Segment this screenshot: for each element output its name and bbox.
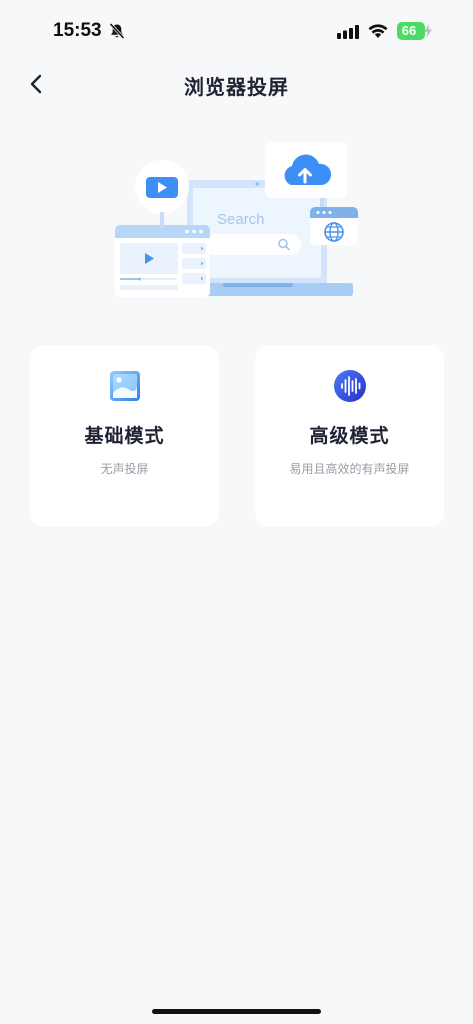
hero-illustration: Search <box>115 142 358 297</box>
battery-charging-icon <box>424 24 432 38</box>
status-time: 15:53 <box>53 20 102 41</box>
basic-mode-card[interactable]: 基础模式 无声投屏 <box>30 345 219 527</box>
play-icon <box>135 160 189 228</box>
wifi-icon <box>368 24 388 38</box>
basic-mode-title: 基础模式 <box>84 425 165 447</box>
home-indicator[interactable] <box>152 1009 321 1014</box>
advanced-mode-card[interactable]: 高级模式 易用且高效的有声投屏 <box>255 345 444 527</box>
bell-muted-icon <box>109 22 125 40</box>
status-bar: 15:53 66 <box>0 0 473 62</box>
search-placeholder: Search <box>217 211 265 228</box>
image-icon <box>109 371 140 401</box>
cloud-upload-icon <box>265 142 347 198</box>
screen: 15:53 66 浏览器投屏 Search 基础模式 无声投屏 高级模式 易用且… <box>0 0 473 1024</box>
cellular-signal-icon <box>337 25 359 39</box>
nav-bar: 浏览器投屏 <box>0 62 473 106</box>
page-title: 浏览器投屏 <box>184 75 289 99</box>
advanced-mode-subtitle: 易用且高效的有声投屏 <box>289 462 410 476</box>
basic-mode-subtitle: 无声投屏 <box>100 462 149 476</box>
advanced-mode-title: 高级模式 <box>309 425 390 447</box>
video-window-graphic <box>115 225 210 297</box>
sound-wave-icon <box>333 370 366 402</box>
battery-level: 66 <box>397 22 425 40</box>
